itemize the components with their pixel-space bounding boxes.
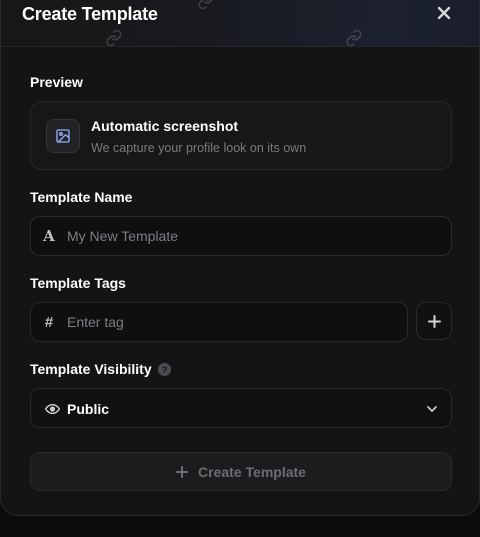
visibility-select[interactable]: Public (30, 388, 452, 428)
link-icon (346, 29, 362, 47)
link-icon (198, 0, 213, 10)
hash-icon: # (44, 313, 54, 331)
visibility-selected-value: Public (67, 401, 110, 417)
template-tags-label: Template Tags (30, 275, 126, 291)
link-icon (106, 29, 122, 47)
modal-header: Create Template (1, 0, 479, 47)
create-template-label: Create Template (198, 463, 306, 480)
chevron-down-icon (427, 406, 437, 412)
plus-icon (427, 314, 441, 328)
preview-label: Preview (30, 74, 83, 90)
preview-card: Automatic screenshot We capture your pro… (30, 101, 452, 170)
preview-icon-box (46, 119, 80, 153)
template-name-field[interactable]: A (30, 216, 452, 256)
create-template-button[interactable]: Create Template (30, 452, 452, 491)
image-icon (56, 129, 70, 143)
template-tags-field[interactable]: # (30, 302, 408, 342)
template-visibility-label: Template Visibility (30, 361, 152, 377)
preview-title: Automatic screenshot (91, 118, 239, 134)
help-icon[interactable]: ? (158, 363, 171, 376)
eye-icon (45, 403, 60, 415)
template-tags-input[interactable] (67, 303, 397, 341)
template-name-input[interactable] (67, 217, 441, 255)
preview-subtitle: We capture your profile look on its own (91, 141, 307, 155)
text-icon: A (43, 227, 55, 245)
create-template-modal: Create Template Preview Automatic screen… (0, 0, 480, 516)
template-name-label: Template Name (30, 189, 133, 205)
add-tag-button[interactable] (416, 302, 452, 340)
plus-icon (176, 465, 189, 478)
modal-title: Create Template (22, 4, 158, 24)
close-icon (437, 6, 451, 20)
close-button[interactable] (435, 4, 453, 22)
